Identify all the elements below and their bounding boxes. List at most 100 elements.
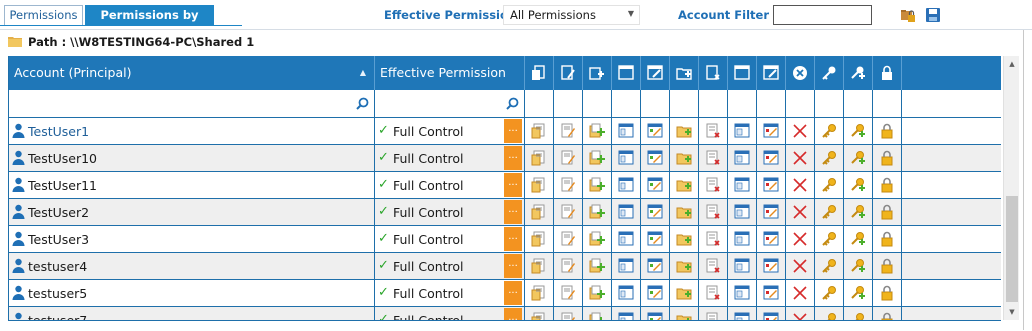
change-permissions-icon <box>851 232 865 245</box>
tab-permissions[interactable]: Permissions <box>4 5 83 26</box>
effective-permission-text: Full Control <box>393 259 464 274</box>
table-row[interactable]: testuser7 ✓ Full Control... <box>9 307 1001 320</box>
list-folder-icon <box>561 65 575 80</box>
effective-permission-select[interactable]: All Permissions ▼ <box>503 5 640 25</box>
more-button[interactable]: ... <box>504 146 522 170</box>
account-cell[interactable]: TestUser10 <box>9 145 375 171</box>
list-folder-icon <box>561 231 575 246</box>
delete-subfolders-icon <box>763 204 779 219</box>
table-row[interactable]: TestUser10 ✓ Full Control... <box>9 145 1001 172</box>
account-name: testuser4 <box>28 259 88 274</box>
scroll-up-icon[interactable]: ▲ <box>1004 56 1020 72</box>
effective-permission-text: Full Control <box>393 286 464 301</box>
delete-icon <box>793 259 807 273</box>
permission-column-header[interactable] <box>583 56 612 90</box>
permission-cell <box>728 307 757 320</box>
more-button[interactable]: ... <box>504 254 522 278</box>
permission-cell <box>525 280 554 306</box>
table-row[interactable]: TestUser2 ✓ Full Control... <box>9 199 1001 226</box>
create-files-icon <box>647 285 663 300</box>
permission-cell <box>612 307 641 320</box>
account-column-header[interactable]: Account (Principal) ▲ <box>9 56 375 90</box>
account-name: TestUser11 <box>28 178 98 193</box>
permission-filter-cell <box>786 90 815 118</box>
save-icon[interactable] <box>925 7 941 23</box>
write-extended-attributes-icon <box>734 123 750 138</box>
table-row[interactable]: TestUser3 ✓ Full Control... <box>9 226 1001 253</box>
user-icon <box>12 123 25 138</box>
lock-folder-icon[interactable] <box>900 7 916 23</box>
permission-column-header[interactable] <box>873 56 902 90</box>
permission-column-header[interactable] <box>525 56 554 90</box>
create-folders-icon <box>676 207 692 219</box>
more-button[interactable]: ... <box>504 119 522 143</box>
permission-cell <box>815 145 844 171</box>
permission-column-header[interactable] <box>757 56 786 90</box>
take-ownership-icon <box>881 123 893 139</box>
table-row[interactable]: TestUser1 ✓ Full Control... <box>9 118 1001 145</box>
table-row[interactable]: testuser4 ✓ Full Control... <box>9 253 1001 280</box>
more-button[interactable]: ... <box>504 281 522 305</box>
table-row[interactable]: TestUser11 ✓ Full Control... <box>9 172 1001 199</box>
effective-cell: ✓ Full Control... <box>375 118 525 144</box>
permission-cell <box>873 280 902 306</box>
permission-column-header[interactable] <box>641 56 670 90</box>
read-permissions-icon <box>822 286 836 300</box>
create-folders-icon <box>676 153 692 165</box>
permission-cell <box>554 199 583 225</box>
more-button[interactable]: ... <box>504 173 522 197</box>
more-button[interactable]: ... <box>504 227 522 251</box>
account-filter-input[interactable] <box>773 5 872 25</box>
account-cell[interactable]: TestUser3 <box>9 226 375 252</box>
account-cell[interactable]: testuser5 <box>9 280 375 306</box>
effective-filter-cell[interactable] <box>375 90 525 118</box>
account-cell[interactable]: testuser4 <box>9 253 375 279</box>
effective-column-header[interactable]: Effective Permission <box>375 56 525 90</box>
scroll-thumb[interactable] <box>1006 196 1018 302</box>
permission-column-header[interactable] <box>699 56 728 90</box>
permission-filter-cell <box>815 90 844 118</box>
delete-icon <box>793 178 807 192</box>
tab-permissions-by-user[interactable]: Permissions by User <box>85 5 214 41</box>
write-attributes-icon <box>706 285 720 300</box>
account-cell[interactable]: TestUser2 <box>9 199 375 225</box>
permission-filter-cell <box>641 90 670 118</box>
permission-cell <box>554 172 583 198</box>
permission-column-header[interactable] <box>844 56 873 90</box>
change-permissions-icon <box>851 178 865 191</box>
permission-cell <box>525 172 554 198</box>
permission-filter-cell <box>728 90 757 118</box>
read-attributes-icon <box>589 123 605 138</box>
more-button[interactable]: ... <box>504 308 522 320</box>
permission-column-header[interactable] <box>815 56 844 90</box>
permission-column-header[interactable] <box>728 56 757 90</box>
account-cell[interactable]: TestUser11 <box>9 172 375 198</box>
permission-column-header[interactable] <box>670 56 699 90</box>
permission-cell <box>728 145 757 171</box>
account-cell[interactable]: TestUser1 <box>9 118 375 144</box>
permission-column-header[interactable] <box>612 56 641 90</box>
permission-cell <box>583 118 612 144</box>
permission-cell <box>699 118 728 144</box>
create-folders-icon <box>676 180 692 192</box>
read-extended-attributes-icon <box>618 177 634 192</box>
account-cell[interactable]: testuser7 <box>9 307 375 320</box>
more-button[interactable]: ... <box>504 200 522 224</box>
scroll-down-icon[interactable]: ▼ <box>1004 304 1020 320</box>
change-permissions-icon <box>851 151 865 164</box>
table-row[interactable]: testuser5 ✓ Full Control... <box>9 280 1001 307</box>
read-attributes-icon <box>589 67 604 80</box>
effective-cell: ✓ Full Control... <box>375 172 525 198</box>
create-files-icon <box>647 150 663 165</box>
effective-permission-text: Full Control <box>393 151 464 166</box>
vertical-scrollbar[interactable]: ▲ ▼ <box>1003 56 1019 320</box>
permission-column-header[interactable] <box>554 56 583 90</box>
permission-filter-cell <box>757 90 786 118</box>
permission-cell <box>873 226 902 252</box>
read-attributes-icon <box>589 150 605 165</box>
delete-subfolders-icon <box>763 258 779 273</box>
read-permissions-icon <box>822 151 836 165</box>
permission-column-header[interactable] <box>786 56 815 90</box>
account-filter-cell[interactable] <box>9 90 375 118</box>
delete-subfolders-icon <box>763 123 779 138</box>
